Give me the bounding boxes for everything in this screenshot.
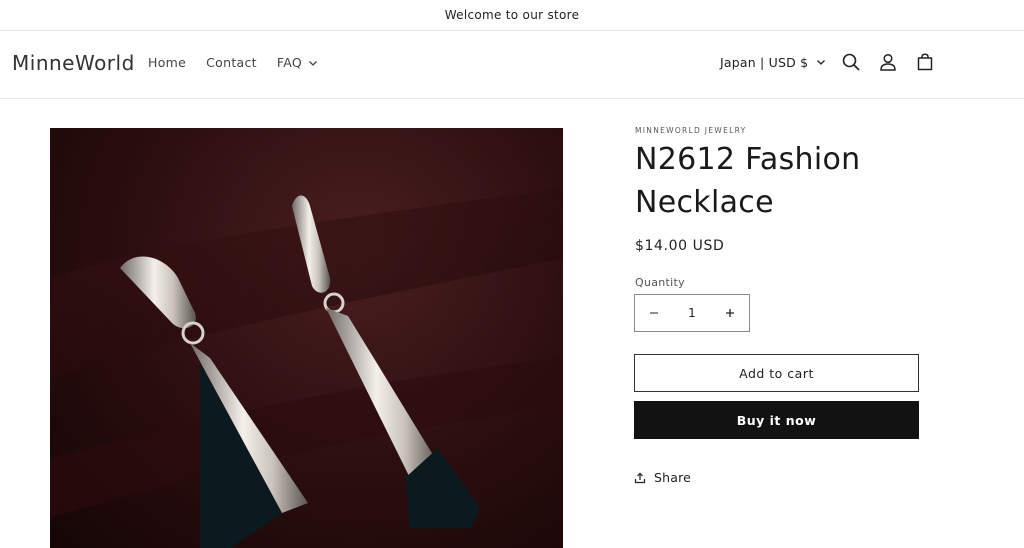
locale-selector[interactable]: Japan | USD $ — [720, 55, 826, 70]
account-icon[interactable] — [877, 51, 899, 73]
quantity-input[interactable]: 1 — [688, 306, 696, 320]
product-image[interactable] — [50, 128, 563, 548]
locale-label: Japan | USD $ — [720, 54, 809, 70]
nav-contact[interactable]: Contact — [206, 55, 257, 70]
drop-earrings-photo — [50, 188, 563, 548]
header-actions: Japan | USD $ — [720, 51, 936, 73]
share-button[interactable]: Share — [634, 470, 691, 485]
main-nav: Home Contact FAQ — [148, 55, 318, 70]
announcement-text: Welcome to our store — [444, 8, 580, 22]
product-title: N2612 Fashion Necklace — [635, 142, 861, 220]
site-logo[interactable]: MinneWorld — [12, 51, 135, 75]
chevron-down-icon — [817, 60, 826, 65]
buy-now-button[interactable]: Buy it now — [634, 401, 919, 439]
announcement-bar: Welcome to our store — [0, 0, 1024, 31]
plus-icon[interactable] — [723, 306, 737, 320]
nav-faq-label: FAQ — [276, 55, 302, 70]
nav-faq[interactable]: FAQ — [277, 55, 318, 70]
share-label: Share — [654, 470, 692, 485]
site-header: MinneWorld Home Contact FAQ Japan | USD … — [0, 31, 1024, 99]
nav-home-label: Home — [148, 55, 187, 70]
nav-contact-label: Contact — [206, 55, 257, 70]
quantity-stepper: 1 — [634, 294, 750, 332]
cart-icon[interactable] — [914, 51, 936, 73]
product-price: $14.00 USD — [635, 238, 725, 254]
chevron-down-icon — [309, 60, 317, 66]
search-icon[interactable] — [840, 51, 862, 73]
quantity-label: Quantity — [635, 276, 685, 289]
add-to-cart-button[interactable]: Add to cart — [634, 354, 919, 392]
product-vendor: MINNEWORLD JEWELRY — [635, 126, 747, 135]
nav-home[interactable]: Home — [148, 55, 186, 70]
share-icon — [634, 472, 646, 483]
minus-icon[interactable] — [647, 306, 661, 320]
